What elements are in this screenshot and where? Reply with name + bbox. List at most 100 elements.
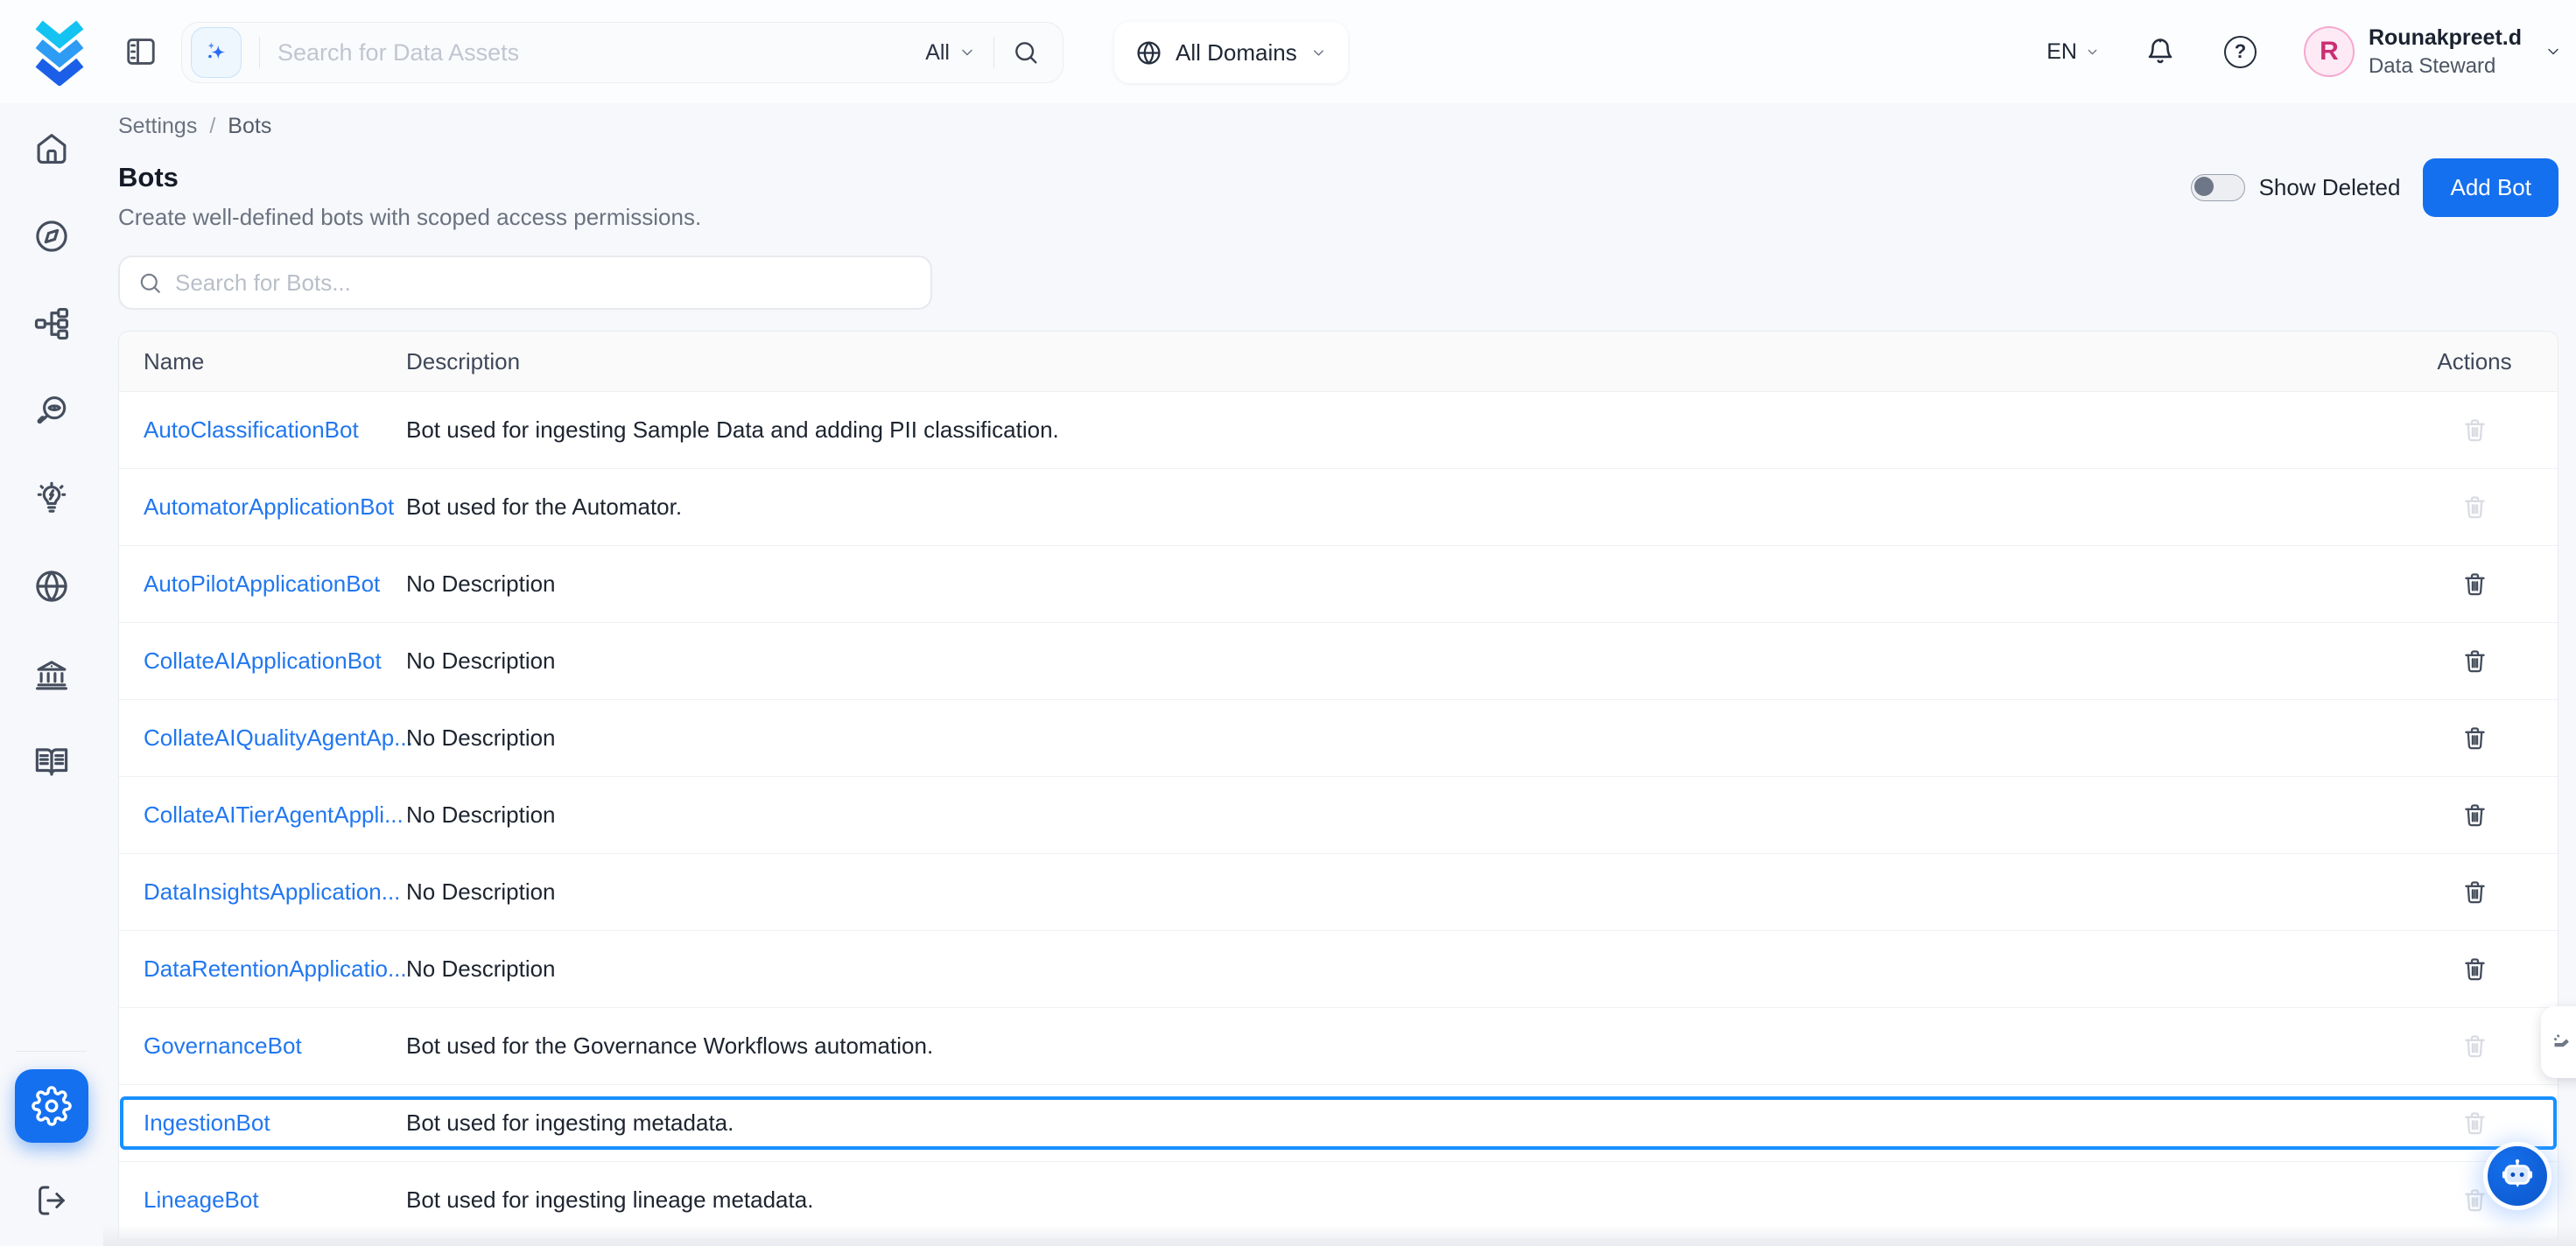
bot-name-link[interactable]: CollateAIApplicationBot (144, 648, 382, 674)
column-header-description: Description (406, 348, 2391, 375)
bot-name-link[interactable]: LineageBot (144, 1186, 259, 1213)
user-menu[interactable]: Rounakpreet.d Data Steward (2369, 25, 2522, 79)
sidebar-item-observability[interactable] (15, 374, 88, 448)
settings-gear-icon (32, 1086, 72, 1126)
notifications-bell-icon[interactable] (2145, 37, 2175, 66)
bot-name-link[interactable]: DataRetentionApplicatio... (144, 956, 407, 982)
delete-bot-button[interactable] (2456, 873, 2494, 911)
lineage-network-icon (33, 305, 70, 342)
chevron-down-icon[interactable] (2544, 43, 2562, 60)
ai-sparkle-icon[interactable] (191, 27, 242, 78)
domains-globe-icon (33, 568, 70, 605)
logout-icon (34, 1183, 69, 1218)
sidebar-item-governance[interactable] (15, 637, 88, 710)
bot-description: Bot used for ingesting Sample Data and a… (406, 416, 2391, 444)
table-row: CollateAIApplicationBot No Description (119, 623, 2558, 700)
bot-description: No Description (406, 724, 2391, 752)
search-icon[interactable] (1012, 38, 1040, 66)
page-header: Bots Create well-defined bots with scope… (118, 162, 2558, 231)
bots-search-input[interactable] (175, 270, 930, 297)
sidebar-toggle-icon[interactable] (124, 35, 158, 68)
glossary-book-icon (33, 743, 70, 780)
trash-icon (2461, 802, 2488, 829)
delete-bot-button (2456, 411, 2494, 449)
bot-name-link[interactable]: CollateAITierAgentAppli... (144, 802, 404, 828)
table-row: DataInsightsApplication...No Description (119, 854, 2558, 931)
chevron-down-icon (958, 44, 976, 61)
bot-name-link[interactable]: AutoPilotApplicationBot (144, 570, 380, 597)
help-button[interactable]: ? (2224, 36, 2257, 68)
delete-bot-button[interactable] (2456, 565, 2494, 603)
table-row: AutoClassificationBot Bot used for ingest… (119, 392, 2558, 469)
global-search-bar[interactable]: All (181, 22, 1063, 83)
header-right: EN ? R Rounakpreet.d Data Steward (2046, 0, 2562, 103)
toggle-knob (2194, 177, 2214, 196)
divider (993, 37, 994, 68)
main-content: Settings / Bots Bots Create well-defined… (118, 103, 2558, 1239)
column-header-name: Name (119, 348, 406, 375)
bot-name-link[interactable]: IngestionBot (144, 1110, 270, 1136)
observability-search-eye-icon (33, 393, 70, 430)
chevron-down-icon (1310, 45, 1327, 61)
bot-name-link[interactable]: GovernanceBot (144, 1032, 302, 1059)
trash-icon (2461, 494, 2488, 521)
add-bot-button[interactable]: Add Bot (2423, 158, 2558, 217)
bots-search-box[interactable] (118, 256, 932, 310)
delete-bot-button (2456, 1181, 2494, 1219)
delete-bot-button (2456, 1104, 2494, 1142)
page-controls: Show Deleted Add Bot (2191, 157, 2558, 218)
sidebar-item-explore[interactable] (15, 200, 88, 273)
trash-icon (2461, 1032, 2488, 1060)
trash-icon (2461, 1186, 2488, 1214)
search-input[interactable] (277, 39, 925, 66)
avatar[interactable]: R (2304, 26, 2355, 77)
bot-description: No Description (406, 878, 2391, 906)
trash-icon (2461, 1110, 2488, 1137)
chat-bot-button[interactable] (2488, 1146, 2547, 1206)
left-sidebar (0, 103, 103, 1246)
bot-description: No Description (406, 802, 2391, 829)
bot-name-link[interactable]: AutoClassificationBot (144, 416, 359, 443)
show-deleted-label: Show Deleted (2259, 174, 2401, 201)
delete-bot-button[interactable] (2456, 642, 2494, 680)
breadcrumb-separator: / (209, 114, 215, 139)
sidebar-item-home[interactable] (15, 112, 88, 186)
sidebar-item-settings[interactable] (15, 1069, 88, 1143)
trash-icon (2461, 570, 2488, 598)
bot-name-link[interactable]: DataInsightsApplication... (144, 878, 400, 905)
delete-bot-button (2456, 1027, 2494, 1065)
sidebar-item-insights[interactable] (15, 462, 88, 536)
table-row: CollateAITierAgentAppli...No Description (119, 777, 2558, 854)
bot-name-link[interactable]: AutomatorApplicationBot (144, 494, 394, 520)
bot-description: No Description (406, 570, 2391, 598)
collate-logo[interactable] (28, 19, 91, 86)
trash-icon (2461, 878, 2488, 906)
trash-icon (2461, 724, 2488, 752)
language-select[interactable]: EN (2046, 39, 2100, 65)
breadcrumb-settings[interactable]: Settings (118, 114, 197, 139)
sidebar-item-domains[interactable] (15, 550, 88, 623)
user-role: Data Steward (2369, 54, 2522, 79)
table-row: IngestionBotBot used for ingesting metad… (119, 1085, 2558, 1162)
trash-icon (2461, 416, 2488, 444)
domains-filter-button[interactable]: All Domains (1114, 22, 1348, 83)
bot-description: Bot used for ingesting lineage metadata. (406, 1186, 2391, 1214)
chevron-down-icon (2085, 45, 2100, 60)
bot-name-link[interactable]: CollateAIQualityAgentAp... (144, 724, 413, 751)
search-scope-select[interactable]: All (925, 40, 976, 66)
bots-table-body: AutoClassificationBot Bot used for ingest… (119, 392, 2558, 1239)
table-row: AutoPilotApplicationBot No Description (119, 546, 2558, 623)
sidebar-item-lineage[interactable] (15, 287, 88, 360)
delete-bot-button[interactable] (2456, 950, 2494, 988)
table-row: AutomatorApplicationBotBot used for the … (119, 469, 2558, 546)
sidebar-item-glossary[interactable] (15, 724, 88, 798)
delete-bot-button[interactable] (2456, 719, 2494, 757)
collapsed-widget-tab[interactable] (2541, 1006, 2576, 1078)
sidebar-item-logout[interactable] (15, 1164, 88, 1237)
divider (259, 37, 260, 68)
insights-lightbulb-icon (33, 480, 70, 517)
delete-bot-button[interactable] (2456, 796, 2494, 834)
table-row: LineageBot Bot used for ingesting lineage… (119, 1162, 2558, 1239)
bot-description: No Description (406, 648, 2391, 675)
show-deleted-toggle[interactable] (2191, 174, 2245, 201)
